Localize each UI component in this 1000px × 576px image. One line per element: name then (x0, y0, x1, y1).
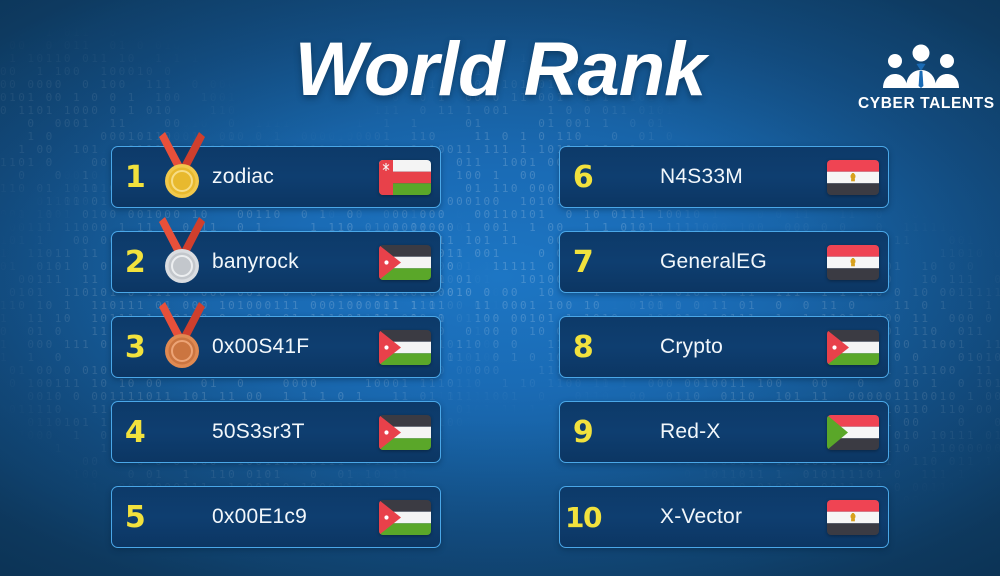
egypt-flag-icon (818, 159, 888, 195)
rank-number: 5 (124, 499, 146, 535)
jordan-flag-icon (370, 244, 440, 280)
rank-number: 6 (572, 159, 594, 195)
player-name: zodiac (212, 165, 274, 188)
sudan-flag-icon (818, 414, 888, 450)
medal-placeholder (606, 486, 650, 548)
medal-placeholder (606, 231, 650, 293)
player-name: Red-X (660, 420, 721, 443)
egypt-flag-icon (818, 499, 888, 535)
jordan-flag-icon (370, 499, 440, 535)
player-name: 0x00S41F (212, 335, 310, 358)
medal-placeholder (606, 316, 650, 378)
leaderboard-left-column: 1 zodiac 2 banyrock 3 0x00S41F 4 50S3sr3T 5 0x00E… (111, 132, 441, 558)
leaderboard-right-column: 6 N4S33M 7 GeneralEG 8 Crypto 9 Red-X 10 X-Vector (559, 146, 889, 558)
silver-medal-icon (158, 217, 205, 293)
jordan-flag-icon (370, 414, 440, 450)
leaderboard-row[interactable]: 4 50S3sr3T (111, 401, 441, 463)
player-name: N4S33M (660, 165, 743, 188)
rank-number: 10 (565, 500, 602, 534)
logo-wordmark: CYBER TALENTS (858, 95, 995, 112)
rank-number: 9 (572, 414, 594, 450)
leaderboard-row[interactable]: 2 banyrock (111, 217, 441, 293)
rank-number: 3 (124, 329, 146, 365)
rank-number: 1 (124, 159, 146, 195)
jordan-flag-icon (370, 329, 440, 365)
leaderboard-row[interactable]: 6 N4S33M (559, 146, 889, 208)
three-people-silhouette-icon (858, 44, 984, 93)
oman-flag-icon (370, 159, 440, 195)
medal-placeholder (606, 401, 650, 463)
player-name: GeneralEG (660, 250, 767, 273)
gold-medal-icon (158, 132, 205, 208)
player-name: 50S3sr3T (212, 420, 305, 443)
bronze-medal-icon (158, 302, 205, 378)
leaderboard-row[interactable]: 7 GeneralEG (559, 231, 889, 293)
rank-number: 4 (124, 414, 146, 450)
player-name: 0x00E1c9 (212, 505, 308, 528)
medal-placeholder (158, 486, 202, 548)
player-name: banyrock (212, 250, 299, 273)
rank-number: 8 (572, 329, 594, 365)
cybertalents-logo: CYBER TALENTS (858, 44, 995, 113)
leaderboard-row[interactable]: 3 0x00S41F (111, 302, 441, 378)
leaderboard-row[interactable]: 8 Crypto (559, 316, 889, 378)
leaderboard-row[interactable]: 1 zodiac (111, 132, 441, 208)
medal-placeholder (158, 401, 202, 463)
jordan-flag-icon (818, 329, 888, 365)
egypt-flag-icon (818, 244, 888, 280)
medal-placeholder (606, 146, 650, 208)
rank-number: 2 (124, 244, 146, 280)
player-name: X-Vector (660, 505, 743, 528)
world-rank-leaderboard: 0 1 010010 1000001 0 11 00 010111011 10 … (0, 0, 1000, 576)
leaderboard-columns: 1 zodiac 2 banyrock 3 0x00S41F 4 50S3sr3T 5 0x00E… (0, 132, 1000, 558)
leaderboard-row[interactable]: 9 Red-X (559, 401, 889, 463)
leaderboard-row[interactable]: 5 0x00E1c9 (111, 486, 441, 548)
rank-number: 7 (572, 244, 594, 280)
page-title: World Rank (294, 27, 707, 112)
leaderboard-row[interactable]: 10 X-Vector (559, 486, 889, 548)
player-name: Crypto (660, 335, 724, 358)
